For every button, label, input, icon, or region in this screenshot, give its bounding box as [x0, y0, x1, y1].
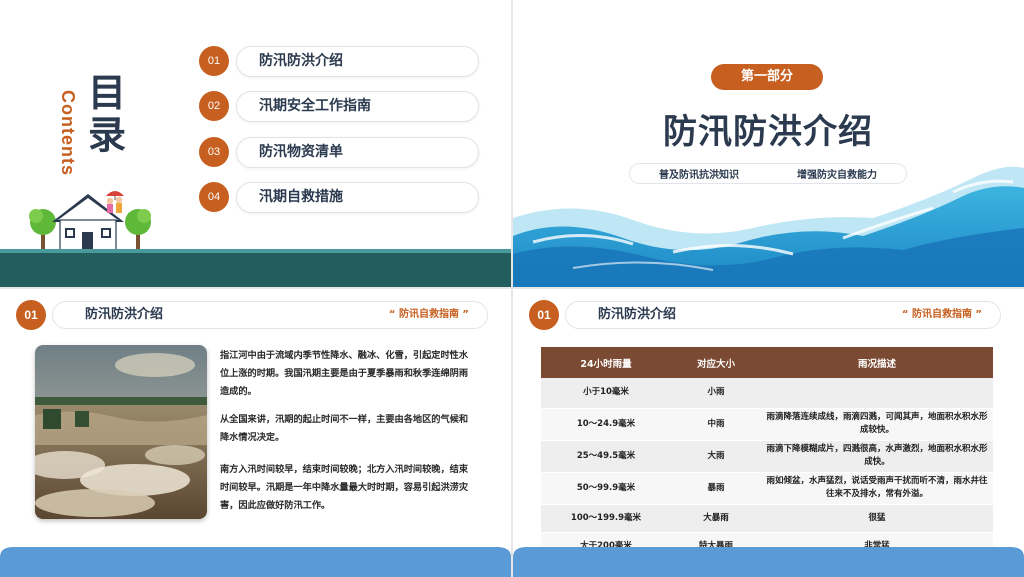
bottom-bar [513, 547, 1024, 577]
slide-rainfall-table[interactable]: 01 防汛防洪介绍 “ 防讯自救指南 ” 24小时雨量 对应大小 雨况描述 小于… [513, 289, 1024, 577]
table-cell [761, 378, 993, 409]
header-tag: “ 防讯自救指南 ” [901, 309, 982, 320]
family-illustration [106, 191, 124, 213]
table-row: 小于10毫米 小雨 [541, 378, 993, 409]
paragraph: 指江河中由于流域内季节性降水、融冰、化雪，引起定时性水位上涨的时期。我国汛期主要… [220, 350, 469, 397]
table-cell: 暴雨 [671, 472, 761, 505]
table-cell: 很猛 [761, 504, 993, 533]
table-cell: 50～99.9毫米 [541, 472, 671, 505]
flood-photo [35, 345, 207, 519]
bottom-bar [0, 547, 511, 577]
toc-pill: 防汛物资清单 [236, 137, 479, 168]
header-bar: 防汛防洪介绍 “ 防讯自救指南 ” [565, 301, 1001, 329]
table-header: 对应大小 [671, 347, 761, 378]
table-cell: 雨滴下降模糊成片，四溅很高，水声激烈，地面积水积水形成快。 [761, 440, 993, 473]
section-number: 01 [16, 300, 46, 330]
table-header: 24小时雨量 [541, 347, 671, 378]
table-row: 100～199.9毫米 大暴雨 很猛 [541, 504, 993, 533]
section-title: 防汛防洪介绍 [663, 112, 873, 152]
table-cell: 大暴雨 [671, 504, 761, 533]
slide-contents[interactable]: 目录 Contents 01 防汛防洪介绍 02 汛期安全工作指南 03 防汛物… [0, 0, 511, 287]
section-badge: 第一部分 [711, 64, 823, 90]
house-illustration [29, 191, 151, 253]
table-header: 雨况描述 [761, 347, 993, 378]
toc-label: 防汛物资清单 [259, 144, 343, 160]
toc-label: 防汛防洪介绍 [259, 53, 343, 69]
header-bar: 防汛防洪介绍 “ 防讯自救指南 ” [52, 301, 488, 329]
toc-number: 03 [199, 137, 229, 167]
table-cell: 大雨 [671, 440, 761, 473]
table-row: 50～99.9毫米 暴雨 雨如倾盆，水声猛烈，说话受雨声干扰而听不清，雨水井往往… [541, 472, 993, 505]
tree-illustration [125, 209, 151, 252]
toc-pill: 汛期自救措施 [236, 182, 479, 213]
table-cell: 100～199.9毫米 [541, 504, 671, 533]
table-row: 25～49.5毫米 大雨 雨滴下降模糊成片，四溅很高，水声激烈，地面积水积水形成… [541, 440, 993, 473]
tree-illustration [29, 209, 56, 252]
slide-intro[interactable]: 01 防汛防洪介绍 “ 防讯自救指南 ” 指江河中由于流域内季节性降水、融冰、化… [0, 289, 511, 577]
table-cell: 小于10毫米 [541, 378, 671, 409]
wave-illustration [513, 166, 1024, 287]
header-title: 防汛防洪介绍 [598, 307, 677, 322]
flood-water [0, 253, 511, 287]
header-tag: “ 防讯自救指南 ” [388, 309, 469, 320]
table-cell: 25～49.5毫米 [541, 440, 671, 473]
table-cell: 中雨 [671, 408, 761, 441]
paragraph: 从全国来讲，汛期的起止时间不一样，主要由各地区的气候和降水情况决定。 [220, 414, 469, 443]
table-cell: 10～24.9毫米 [541, 408, 671, 441]
paragraph: 南方入汛时间较早，结束时间较晚；北方入汛时间较晚，结束时间较早。汛期是一年中降水… [220, 464, 469, 511]
contents-title: 目录 [88, 71, 127, 157]
header-title: 防汛防洪介绍 [85, 307, 164, 322]
section-number: 01 [529, 300, 559, 330]
rainfall-table: 24小时雨量 对应大小 雨况描述 小于10毫米 小雨 10～24.9毫米 中雨 … [541, 347, 993, 561]
table-header-row: 24小时雨量 对应大小 雨况描述 [541, 347, 993, 378]
table-cell: 雨如倾盆，水声猛烈，说话受雨声干扰而听不清，雨水井往往来不及排水，常有外溢。 [761, 472, 993, 505]
table-row: 10～24.9毫米 中雨 雨滴降落连续成线，雨滴四溅，可闻其声，地面积水积水形成… [541, 408, 993, 441]
toc-label: 汛期自救措施 [259, 189, 343, 205]
toc-pill: 防汛防洪介绍 [236, 46, 479, 77]
table-cell: 小雨 [671, 378, 761, 409]
toc-number: 01 [199, 46, 229, 76]
table-cell: 雨滴降落连续成线，雨滴四溅，可闻其声，地面积水积水形成较快。 [761, 408, 993, 441]
toc-number: 04 [199, 182, 229, 212]
toc-number: 02 [199, 91, 229, 121]
slide-section-cover[interactable]: 第一部分 防汛防洪介绍 普及防讯抗洪知识 增强防灾自救能力 [513, 0, 1024, 287]
toc-pill: 汛期安全工作指南 [236, 91, 479, 122]
contents-title-en: Contents [58, 90, 78, 176]
toc-label: 汛期安全工作指南 [259, 98, 371, 114]
